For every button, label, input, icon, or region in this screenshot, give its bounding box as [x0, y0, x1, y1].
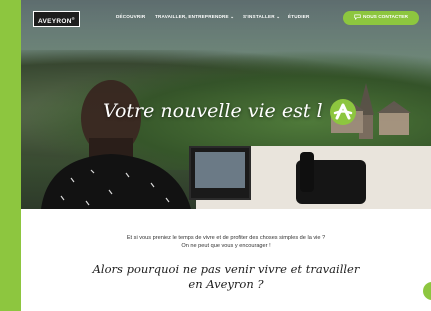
chat-icon	[354, 14, 361, 20]
nav-item-travailler[interactable]: TRAVAILLER, ENTREPRENDRE ⌄	[155, 14, 234, 20]
top-navigation: AVEYRON® DÉCOUVRIR TRAVAILLER, ENTREPREN…	[21, 8, 431, 28]
site-logo[interactable]: AVEYRON®	[33, 11, 81, 27]
intro-text: Et si vous preniez le temps de vivre et …	[21, 234, 431, 250]
headline-line-2: en Aveyron ?	[188, 277, 264, 291]
hero-title: Votre nouvelle vie est l	[103, 100, 323, 122]
section-headline: Alors pourquoi ne pas venir vivre et tra…	[21, 262, 431, 292]
nav-item-decouvrir[interactable]: DÉCOUVRIR	[116, 14, 145, 19]
contact-button-label: NOUS CONTACTER	[363, 15, 408, 20]
intro-line-2: On ne peut que vous y encourager !	[181, 243, 271, 249]
browser-frame: AVEYRON® DÉCOUVRIR TRAVAILLER, ENTREPREN…	[21, 0, 431, 311]
aveyron-a-icon	[330, 99, 356, 125]
nav-item-installer[interactable]: S'INSTALLER ⌄	[243, 14, 280, 20]
contact-button[interactable]: NOUS CONTACTER	[343, 11, 419, 25]
nav-item-etudier[interactable]: ÉTUDIER	[288, 14, 310, 19]
logo-text: AVEYRON	[38, 18, 72, 26]
chat-widget-button[interactable]	[423, 282, 431, 300]
intro-line-1: Et si vous preniez le temps de vivre et …	[126, 235, 326, 241]
headline-line-1: Alors pourquoi ne pas venir vivre et tra…	[92, 262, 360, 276]
hero-section: AVEYRON® DÉCOUVRIR TRAVAILLER, ENTREPREN…	[21, 0, 431, 209]
